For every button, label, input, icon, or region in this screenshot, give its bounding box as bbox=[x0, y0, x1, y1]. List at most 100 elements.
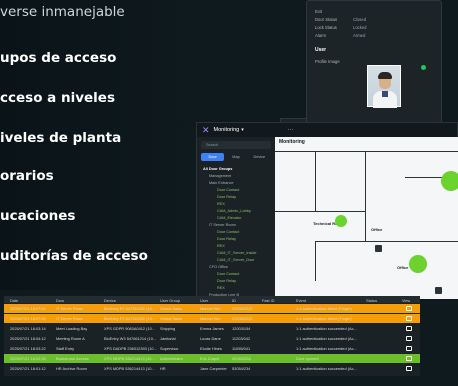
event-log-table: Date Door Device User Group User ID Fast… bbox=[4, 296, 420, 376]
tree-item[interactable]: REX bbox=[217, 286, 225, 290]
profile-photo bbox=[367, 65, 401, 108]
tree-item[interactable]: Door Relay bbox=[217, 237, 236, 241]
view-icon[interactable] bbox=[406, 355, 412, 361]
cell-door: HR Archive Room bbox=[56, 366, 87, 371]
tree-item[interactable]: Management bbox=[209, 174, 231, 178]
cell-id: 92045/22A bbox=[232, 356, 251, 361]
tree-item[interactable]: CAM_Admin_Lobby bbox=[217, 209, 251, 213]
col-header: User Group bbox=[160, 297, 181, 303]
tree-item[interactable]: CAM_Elevator bbox=[217, 216, 241, 220]
view-icon[interactable] bbox=[406, 365, 412, 371]
tree-item[interactable]: Door Contact bbox=[217, 188, 239, 192]
floor-map[interactable]: Monitoring Technical Room Office Office bbox=[275, 137, 458, 299]
cell-date: 2025/07/21 18:03:22 bbox=[10, 346, 46, 351]
cell-event: 1:1 authentication succeeded (Ac... bbox=[296, 336, 357, 341]
map-wall bbox=[365, 151, 367, 241]
monitoring-window: ✕ Monitoring ▾ ··· Search Door Map Devic… bbox=[196, 122, 458, 299]
promo-item: ucaciones bbox=[0, 208, 76, 224]
cell-door: IT Server Room bbox=[56, 306, 84, 311]
user-header: User bbox=[315, 47, 327, 53]
door-icon[interactable] bbox=[435, 287, 442, 294]
col-header: Fast ID bbox=[262, 297, 275, 303]
door-info-row: Exit bbox=[315, 9, 322, 14]
table-row[interactable]: 2025/07/21 18:03:22 Staff Entry XPS DADPB … bbox=[4, 344, 420, 353]
view-icon[interactable] bbox=[406, 305, 412, 311]
room-label: Office bbox=[371, 227, 383, 232]
map-wall bbox=[315, 241, 317, 281]
cell-door: Boardroom Access bbox=[56, 356, 89, 361]
table-row[interactable]: 2025/07/21 18:02:28 Boardroom Access XPS M… bbox=[4, 354, 420, 363]
table-row[interactable]: 2025/07/21 18:07:02 IT Server Room BioEntr… bbox=[4, 304, 420, 313]
map-title: Monitoring bbox=[279, 139, 305, 145]
cell-user: Lucas Dane bbox=[200, 336, 221, 341]
search-input[interactable]: Search bbox=[201, 141, 271, 149]
tab-door[interactable]: Door bbox=[201, 153, 225, 161]
view-icon[interactable] bbox=[406, 315, 412, 321]
door-status-marker[interactable] bbox=[441, 171, 458, 191]
tree-item[interactable]: CFO Office bbox=[209, 265, 228, 269]
cell-event: Door opened bbox=[296, 356, 319, 361]
map-wall bbox=[315, 151, 317, 211]
cell-group: Shipping bbox=[160, 326, 176, 331]
cell-date: 2025/07/21 18:07:00 bbox=[10, 316, 46, 321]
cell-door: Meet Loading Bay bbox=[56, 326, 88, 331]
chevron-down-icon[interactable]: ▾ bbox=[241, 127, 244, 133]
tab-device[interactable]: Device bbox=[248, 153, 271, 161]
promo-item: iveles de planta bbox=[0, 130, 122, 146]
cell-date: 2025/07/21 18:04:12 bbox=[10, 336, 46, 341]
tree-item[interactable]: IT Server Room bbox=[209, 223, 236, 227]
door-info-row: Lock Status Locked bbox=[315, 25, 367, 30]
tree-item[interactable]: Door Relay bbox=[217, 279, 236, 283]
table-row[interactable]: 2025/07/21 18:07:00 IT Server Room BioEntr… bbox=[4, 314, 420, 323]
cell-device: BioEntry P2 547330392 (10... bbox=[104, 306, 156, 311]
door-status-marker[interactable] bbox=[409, 255, 427, 273]
tree-item[interactable]: Door Contact bbox=[217, 272, 239, 276]
tree-item[interactable]: CAM_IT_Server_Door bbox=[217, 258, 255, 262]
cell-user: Erik Draper bbox=[200, 356, 220, 361]
cell-id: 11055/041 bbox=[232, 346, 251, 351]
sidebar-tabs: Door Map Device bbox=[201, 153, 271, 161]
tree-item[interactable]: Door Contact bbox=[217, 230, 239, 234]
promo-item: orarios bbox=[0, 168, 54, 184]
cell-device: XPS GDPR 9063A0412 (10... bbox=[104, 326, 156, 331]
cell-device: XPS DADPB 236012393 (10... bbox=[104, 346, 157, 351]
online-status-icon bbox=[421, 65, 426, 70]
cell-group: Global Sales bbox=[160, 316, 183, 321]
cell-event: 1:1 authentication succeeded (Ac... bbox=[296, 366, 357, 371]
cell-group: Global Sales bbox=[160, 306, 183, 311]
monitoring-titlebar: ✕ Monitoring ▾ ··· bbox=[197, 123, 457, 137]
more-options-icon[interactable]: ··· bbox=[288, 127, 294, 133]
tree-item[interactable]: All Door Groups bbox=[203, 167, 232, 171]
door-icon[interactable] bbox=[375, 245, 382, 252]
table-row[interactable]: 2025/07/21 18:04:12 Meeting Room A BioEntr… bbox=[4, 334, 420, 343]
cell-id: 11203/042 bbox=[232, 336, 251, 341]
cell-user: Elodie Hines bbox=[200, 346, 222, 351]
tree-item[interactable]: CAM_IT_Server_Inside bbox=[217, 251, 256, 255]
map-wall bbox=[275, 211, 365, 213]
tree-item[interactable]: Door Relay bbox=[217, 195, 236, 199]
col-header: ID bbox=[232, 297, 236, 303]
col-header: View bbox=[402, 297, 411, 303]
door-status-marker[interactable] bbox=[335, 215, 347, 227]
cell-event: 1:1 authentication failed (Finger) bbox=[296, 306, 352, 311]
cell-id: 21908/3222 bbox=[232, 306, 253, 311]
view-icon[interactable] bbox=[406, 335, 412, 341]
cell-device: BioEntry P2 547330392 (10... bbox=[104, 316, 156, 321]
table-row[interactable]: 2025/07/21 18:03:14 Meet Loading Bay XPS G… bbox=[4, 324, 420, 333]
door-info-row: Door Status Closed bbox=[315, 17, 367, 22]
col-header: User bbox=[200, 297, 209, 303]
tree-item[interactable]: REX bbox=[217, 202, 225, 206]
cell-date: 2025/07/21 18:07:02 bbox=[10, 306, 46, 311]
tree-item[interactable]: REX bbox=[217, 244, 225, 248]
view-icon[interactable] bbox=[406, 345, 412, 351]
app-logo-icon: ✕ bbox=[202, 124, 210, 135]
tree-item[interactable]: Main Entrance bbox=[209, 181, 233, 185]
view-icon[interactable] bbox=[406, 325, 412, 331]
cell-event: 1:1 authentication succeeded (Ac... bbox=[296, 346, 357, 351]
table-row[interactable]: 2025/07/21 18:01:12 HR Archive Room XPS MD… bbox=[4, 364, 420, 373]
cell-id: 21908/3222 bbox=[232, 316, 253, 321]
cell-id: 12003/154 bbox=[232, 326, 251, 331]
tab-map[interactable]: Map bbox=[224, 153, 247, 161]
col-header: Date bbox=[10, 297, 19, 303]
window-title: Monitoring bbox=[213, 127, 240, 133]
